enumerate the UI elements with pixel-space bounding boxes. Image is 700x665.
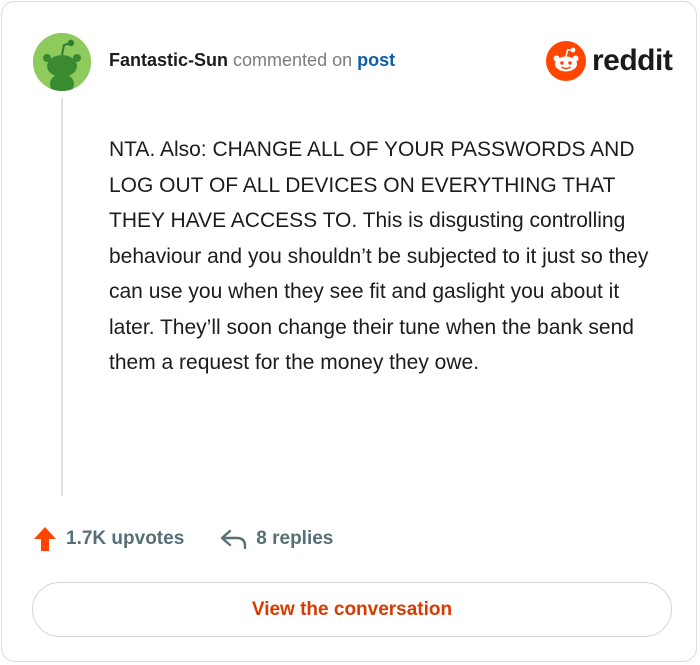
upvote-button[interactable]: 1.7K upvotes [33,526,184,552]
comment-action-text: commented on [233,50,353,70]
view-conversation-label: View the conversation [251,598,453,620]
upvote-count: 1.7K upvotes [66,528,185,549]
comment-card: Fantastic-Sun commented on post reddit N… [1,1,697,662]
comment-header: Fantastic-Sun commented on post [109,48,395,72]
thread-line [61,98,63,496]
user-avatar[interactable] [33,33,91,91]
replies-button[interactable]: 8 replies [220,528,333,550]
reddit-brand[interactable]: reddit [546,40,673,82]
snoo-avatar-icon [33,33,91,91]
comment-body: NTA. Also: CHANGE ALL OF YOUR PASSWORDS … [109,138,649,374]
reddit-snoo-icon [546,41,586,81]
reply-arrow-icon [221,529,247,550]
reply-count: 8 replies [256,528,334,549]
comment-stats: 1.7K upvotes 8 replies [33,524,333,554]
post-link[interactable]: post [357,50,395,70]
reddit-wordmark: reddit [592,44,673,77]
upvote-arrow-icon [34,527,56,551]
username[interactable]: Fantastic-Sun [109,50,228,70]
view-conversation-button[interactable]: View the conversation [32,582,672,637]
